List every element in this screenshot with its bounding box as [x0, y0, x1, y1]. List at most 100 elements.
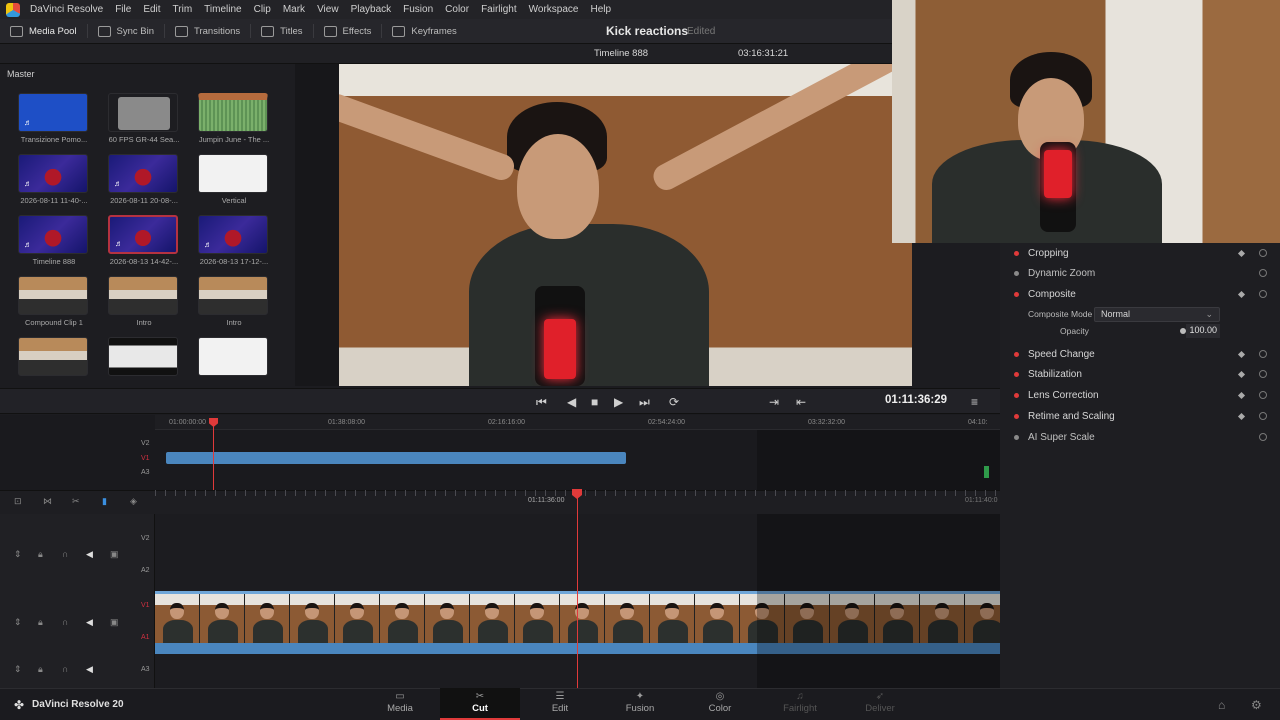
- enable-toggle-icon[interactable]: [1014, 291, 1019, 297]
- headphones-icon[interactable]: ∩: [62, 617, 68, 627]
- enable-toggle-icon[interactable]: [1014, 371, 1019, 377]
- page-tab-edit[interactable]: ☰ Edit: [520, 688, 600, 720]
- blade-icon[interactable]: ✂: [72, 496, 80, 507]
- speaker-icon[interactable]: ◀: [86, 617, 93, 628]
- track-move-icon[interactable]: ⇕: [14, 664, 22, 675]
- page-tab-fairlight[interactable]: ♫ Fairlight: [760, 688, 840, 720]
- page-tab-cut[interactable]: ✂ Cut: [440, 688, 520, 720]
- menu-view[interactable]: View: [311, 4, 345, 15]
- upper-ruler[interactable]: [155, 415, 1000, 430]
- go-to-start-icon[interactable]: ⏮: [536, 395, 547, 410]
- menu-file[interactable]: File: [109, 4, 137, 15]
- inspector-section[interactable]: AI Super Scale: [1000, 427, 1280, 447]
- media-pool-clip[interactable]: Compound Clip 1: [18, 276, 90, 327]
- headphones-icon[interactable]: ∩: [62, 549, 68, 559]
- lock-icon[interactable]: 🔒︎: [38, 664, 43, 675]
- inspector-section[interactable]: Speed Change: [1000, 344, 1280, 364]
- gear-icon[interactable]: ⚙: [1251, 698, 1262, 712]
- media-pool-clip[interactable]: Intro: [198, 276, 270, 327]
- composite-mode-select[interactable]: Normal ⌄: [1094, 307, 1220, 322]
- keyframes-button[interactable]: Keyframes: [382, 19, 466, 43]
- menu-fusion[interactable]: Fusion: [397, 4, 439, 15]
- keyframe-icon[interactable]: [1237, 391, 1246, 399]
- inspector-section[interactable]: Retime and Scaling: [1000, 406, 1280, 426]
- opacity-value[interactable]: 100.00: [1186, 324, 1220, 338]
- menu-playback[interactable]: Playback: [345, 4, 398, 15]
- keyframe-icon[interactable]: [1237, 350, 1246, 358]
- media-pool-clip[interactable]: Intro: [108, 276, 180, 327]
- media-pool-clip[interactable]: ♬ Transizione Pomo...: [18, 93, 90, 144]
- reset-icon[interactable]: [1259, 391, 1267, 399]
- menu-clip[interactable]: Clip: [248, 4, 277, 15]
- media-pool-clip[interactable]: 60 FPS GR-44 Sea...: [108, 93, 180, 144]
- speaker-icon[interactable]: ◀: [86, 549, 93, 560]
- enable-toggle-icon[interactable]: [1014, 250, 1019, 256]
- media-pool-button[interactable]: Media Pool: [0, 19, 87, 43]
- menu-fairlight[interactable]: Fairlight: [475, 4, 523, 15]
- flag-icon[interactable]: ◈: [130, 496, 137, 507]
- enable-toggle-icon[interactable]: [1014, 413, 1019, 419]
- titles-button[interactable]: Titles: [251, 19, 312, 43]
- track-move-icon[interactable]: ⇕: [14, 617, 22, 628]
- menu-icon[interactable]: ≡: [971, 395, 978, 409]
- play-reverse-icon[interactable]: ◀: [567, 395, 576, 409]
- transitions-button[interactable]: Transitions: [165, 19, 250, 43]
- menu-edit[interactable]: Edit: [137, 4, 166, 15]
- track-move-icon[interactable]: ⇕: [14, 549, 22, 560]
- speaker-icon[interactable]: ◀: [86, 664, 93, 675]
- inspector-section[interactable]: Lens Correction: [1000, 385, 1280, 405]
- page-tab-color[interactable]: ◎ Color: [680, 688, 760, 720]
- video-preview[interactable]: [339, 64, 912, 386]
- enable-toggle-icon[interactable]: [1014, 392, 1019, 398]
- reset-icon[interactable]: [1259, 370, 1267, 378]
- keyframe-icon[interactable]: [1237, 412, 1246, 420]
- page-tab-deliver[interactable]: ➶ Deliver: [840, 688, 920, 720]
- marker-icon[interactable]: ▮: [102, 496, 107, 507]
- go-to-end-icon[interactable]: ⏭: [639, 395, 650, 410]
- inspector-section[interactable]: Cropping: [1000, 243, 1280, 263]
- media-pool-clip[interactable]: ♬ 2026-08-13 14-42-...: [108, 215, 180, 266]
- keyframe-icon[interactable]: [1237, 249, 1246, 257]
- media-pool-clip[interactable]: ♬ Timeline 888: [18, 215, 90, 266]
- keyframe-icon[interactable]: [1237, 370, 1246, 378]
- prev-edit-icon[interactable]: ⇤: [796, 395, 806, 409]
- trim-icon[interactable]: ⋈: [43, 496, 52, 507]
- menu-timeline[interactable]: Timeline: [198, 4, 247, 15]
- inspector-section[interactable]: Dynamic Zoom: [1000, 263, 1280, 283]
- enable-toggle-icon[interactable]: [1014, 434, 1019, 440]
- keyframe-icon[interactable]: [1237, 290, 1246, 298]
- page-tab-media[interactable]: ▭ Media: [360, 688, 440, 720]
- media-pool-clip[interactable]: [18, 337, 90, 379]
- menu-trim[interactable]: Trim: [167, 4, 199, 15]
- media-pool-clip[interactable]: ♬ 2026-08-11 20-08-...: [108, 154, 180, 205]
- menu-mark[interactable]: Mark: [277, 4, 311, 15]
- loop-icon[interactable]: ⟳: [669, 395, 679, 409]
- menu-davinci[interactable]: DaVinci Resolve: [24, 4, 109, 15]
- media-pool-clip[interactable]: [108, 337, 180, 379]
- media-pool-clip[interactable]: ♬ 2026-08-11 11-40-...: [18, 154, 90, 205]
- enable-toggle-icon[interactable]: [1014, 270, 1019, 276]
- menu-workspace[interactable]: Workspace: [523, 4, 585, 15]
- reset-icon[interactable]: [1259, 290, 1267, 298]
- menu-color[interactable]: Color: [439, 4, 475, 15]
- play-icon[interactable]: ▶: [614, 395, 623, 409]
- lock-icon[interactable]: 🔒︎: [38, 617, 43, 628]
- page-tab-fusion[interactable]: ✦ Fusion: [600, 688, 680, 720]
- monitor-icon[interactable]: ▣: [110, 549, 119, 560]
- media-pool-clip[interactable]: Vertical: [198, 154, 270, 205]
- media-pool-clip[interactable]: [198, 337, 270, 379]
- menu-help[interactable]: Help: [584, 4, 617, 15]
- bin-label[interactable]: Master: [7, 69, 35, 79]
- inspector-section[interactable]: Stabilization: [1000, 364, 1280, 384]
- monitor-icon[interactable]: ▣: [110, 617, 119, 628]
- home-icon[interactable]: ⌂: [1218, 698, 1225, 712]
- upper-playhead[interactable]: [213, 424, 214, 490]
- snap-icon[interactable]: ⊡: [14, 496, 22, 507]
- playhead[interactable]: [577, 495, 578, 688]
- enable-toggle-icon[interactable]: [1014, 351, 1019, 357]
- viewer-timeline-name[interactable]: Timeline 888: [594, 48, 648, 59]
- media-pool-clip[interactable]: ♬ 2026-08-13 17-12-...: [198, 215, 270, 266]
- reset-icon[interactable]: [1259, 249, 1267, 257]
- reset-icon[interactable]: [1259, 433, 1267, 441]
- reset-icon[interactable]: [1259, 269, 1267, 277]
